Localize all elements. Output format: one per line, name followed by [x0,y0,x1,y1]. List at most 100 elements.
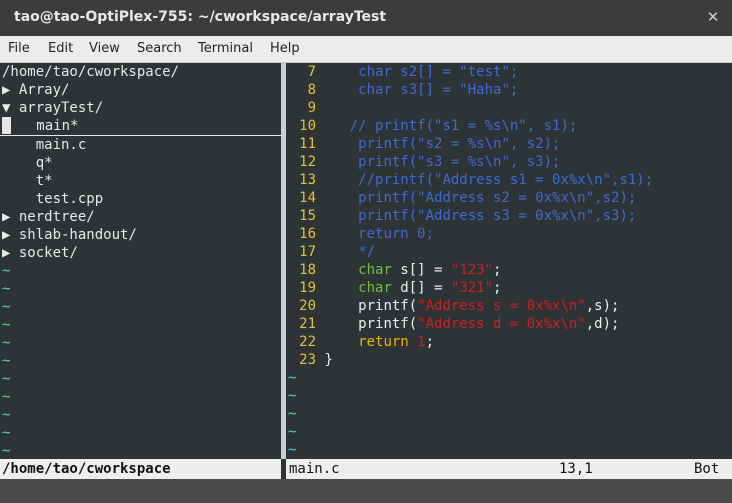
status-filename: main.c [289,461,340,477]
code-token: char [358,262,392,278]
code-token: printf("Address s2 = 0x%x\n",s2); [324,190,637,206]
code-line[interactable]: 15 printf("Address s3 = 0x%x\n",s3); [286,207,732,225]
line-number: 10 [299,118,316,134]
tree-item[interactable]: test.cpp [0,190,281,208]
empty-line-marker: ~ [288,406,297,422]
tree-item[interactable]: ▶ socket/ [0,244,281,262]
tree-status: /home/tao/cworkspace [0,459,281,479]
tree-item[interactable]: ▶ Array/ [0,81,281,99]
code-token: } [324,352,333,368]
code-token: return [358,334,409,350]
code-line[interactable]: 11 printf("s2 = %s\n", s2); [286,135,732,153]
code-token: "Address d = 0x%x\n" [417,316,586,332]
nerdtree-pane[interactable]: /home/tao/cworkspace/▶ Array/▼ arrayTest… [0,63,281,459]
line-number: 7 [307,64,316,80]
code-token: "321" [450,280,494,296]
code-token: ,d); [585,316,620,332]
code-line[interactable]: 12 printf("s3 = %s\n", s3); [286,153,732,171]
code-line[interactable]: 13 //printf("Address s1 = 0x%x\n",s1); [286,171,732,189]
window-title: tao@tao-OptiPlex-755: ~/cworkspace/array… [14,9,387,25]
tree-item[interactable]: t* [0,172,281,190]
code-line[interactable]: 17 */ [286,243,732,261]
menu-file[interactable]: File [8,41,30,56]
status-cursor-position: 13,1 [559,461,593,477]
line-number: 19 [299,280,316,296]
empty-line-marker: ~ [288,424,297,440]
tree-item[interactable]: main* [0,117,281,136]
code-token: char [358,280,392,296]
code-line[interactable]: 23 } [286,351,732,369]
empty-line-marker: ~ [288,388,297,404]
code-token: return 0; [324,226,435,242]
empty-line-marker: ~ [2,317,11,333]
tree-item[interactable]: main.c [0,136,281,154]
code-line[interactable]: 20 printf("Address s = 0x%x\n",s); [286,297,732,315]
line-number: 12 [299,154,316,170]
code-line[interactable]: 19 char d[] = "321"; [286,279,732,297]
line-number: 22 [299,334,316,350]
empty-line-marker: ~ [2,353,11,369]
empty-line-marker: ~ [2,281,11,297]
empty-line-marker: ~ [2,263,11,279]
code-token: printf("s3 = %s\n", s3); [324,154,561,170]
code-line[interactable]: 8 char s3[] = "Haha"; [286,81,732,99]
tree-item[interactable]: ▼ arrayTest/ [0,99,281,117]
line-number: 14 [299,190,316,206]
line-number: 21 [299,316,316,332]
code-token: ; [493,262,502,278]
empty-line-marker: ~ [288,442,297,458]
empty-line-marker: ~ [2,407,11,423]
empty-line-marker: ~ [2,443,11,459]
line-number: 16 [299,226,316,242]
code-line[interactable]: 7 char s2[] = "test"; [286,63,732,81]
code-line[interactable]: 10 // printf("s1 = %s\n", s1); [286,117,732,135]
menu-view[interactable]: View [89,41,120,56]
line-number: 13 [299,172,316,188]
code-line[interactable]: 18 char s[] = "123"; [286,261,732,279]
status-scroll: Bot [694,461,720,477]
menu-edit[interactable]: Edit [48,41,73,56]
code-token: 1 [417,334,426,350]
tree-item[interactable]: ▶ shlab-handout/ [0,226,281,244]
close-icon[interactable]: ✕ [702,6,724,28]
line-number: 23 [299,352,316,368]
code-token: "Address s = 0x%x\n" [417,298,586,314]
vim-status-bar: /home/tao/cworkspace main.c 13,1 Bot [0,459,732,479]
menu-search[interactable]: Search [137,41,182,56]
code-token: printf("s2 = %s\n", s2); [324,136,561,152]
line-number: 9 [307,100,316,116]
code-token: d[] = [391,280,451,296]
empty-line-marker: ~ [288,370,297,386]
code-token: char s3[] = "Haha"; [324,82,519,98]
tree-item[interactable]: q* [0,154,281,172]
terminal-area[interactable]: /home/tao/cworkspace/▶ Array/▼ arrayTest… [0,63,732,459]
tree-item-label: main* [11,118,79,134]
line-number: 17 [299,244,316,260]
code-editor-pane[interactable]: 7 char s2[] = "test"; 8 char s3[] = "Haha… [286,63,732,459]
code-token: ; [425,334,435,350]
title-bar: tao@tao-OptiPlex-755: ~/cworkspace/array… [0,0,732,36]
line-number: 18 [299,262,316,278]
code-line[interactable]: 9 [286,99,732,117]
tree-item[interactable]: ▶ nerdtree/ [0,208,281,226]
menu-help[interactable]: Help [270,41,300,56]
menu-terminal[interactable]: Terminal [198,41,253,56]
code-line[interactable]: 22 return 1; [286,333,732,351]
code-line[interactable]: 14 printf("Address s2 = 0x%x\n",s2); [286,189,732,207]
text-cursor [2,117,11,134]
code-token: ; [493,280,502,296]
empty-line-marker: ~ [2,389,11,405]
tree-status-path: /home/tao/cworkspace [2,461,171,477]
code-line[interactable]: 21 printf("Address d = 0x%x\n",d); [286,315,732,333]
code-token: ,s); [585,298,620,314]
code-line[interactable]: 16 return 0; [286,225,732,243]
line-number: 15 [299,208,316,224]
line-number: 20 [299,298,316,314]
code-token: printf( [324,298,418,314]
code-token: printf( [324,316,418,332]
tree-root-path[interactable]: /home/tao/cworkspace/ [0,63,281,81]
menu-bar: File Edit View Search Terminal Help [0,36,732,63]
